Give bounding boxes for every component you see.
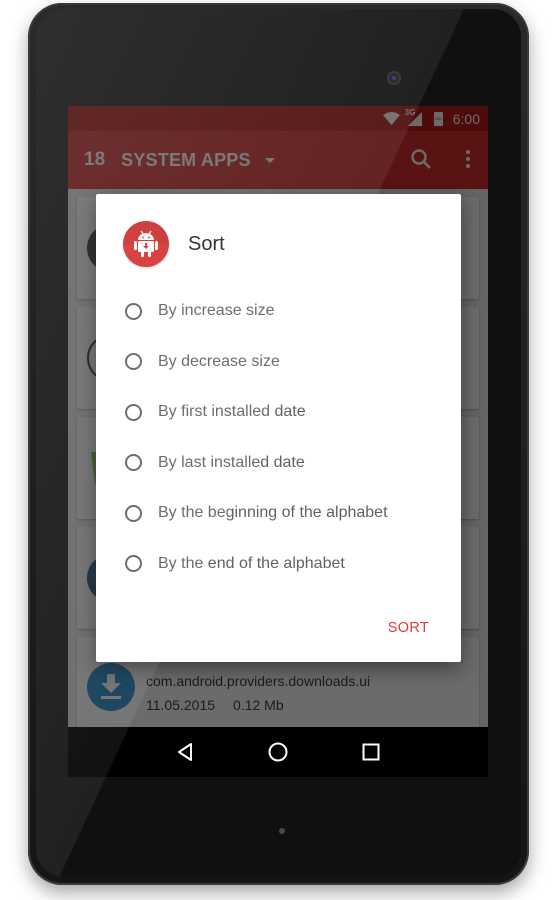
- recents-icon[interactable]: [359, 740, 383, 764]
- navigation-bar: [68, 727, 488, 777]
- radio-button[interactable]: [125, 504, 142, 522]
- dialog-header: Sort: [123, 221, 225, 267]
- option-label: By decrease size: [158, 352, 280, 370]
- sort-option-last-installed[interactable]: By last installed date: [125, 438, 445, 489]
- back-icon[interactable]: [173, 740, 197, 764]
- sort-option-increase-size[interactable]: By increase size: [125, 286, 445, 337]
- radio-button[interactable]: [125, 454, 142, 472]
- sort-button[interactable]: SORT: [380, 616, 437, 640]
- sort-option-alphabet-asc[interactable]: By the beginning of the alphabet: [125, 488, 445, 539]
- sort-dialog: Sort By increase size By decrease size B…: [96, 194, 461, 662]
- home-icon[interactable]: [266, 740, 290, 764]
- sort-option-alphabet-desc[interactable]: By the end of the alphabet: [125, 539, 445, 590]
- android-app-icon: [123, 221, 169, 267]
- radio-button[interactable]: [125, 302, 142, 320]
- light-sensor: [279, 828, 285, 834]
- dialog-title: Sort: [188, 232, 225, 255]
- option-label: By the beginning of the alphabet: [158, 504, 388, 522]
- radio-button[interactable]: [125, 353, 142, 371]
- front-camera: [389, 73, 399, 83]
- sort-options: By increase size By decrease size By fir…: [125, 286, 445, 589]
- sort-option-decrease-size[interactable]: By decrease size: [125, 337, 445, 388]
- option-label: By increase size: [158, 302, 275, 320]
- sort-option-first-installed[interactable]: By first installed date: [125, 387, 445, 438]
- option-label: By first installed date: [158, 403, 306, 421]
- option-label: By last installed date: [158, 453, 305, 471]
- radio-button[interactable]: [125, 555, 142, 573]
- radio-button[interactable]: [125, 403, 142, 421]
- option-label: By the end of the alphabet: [158, 554, 345, 572]
